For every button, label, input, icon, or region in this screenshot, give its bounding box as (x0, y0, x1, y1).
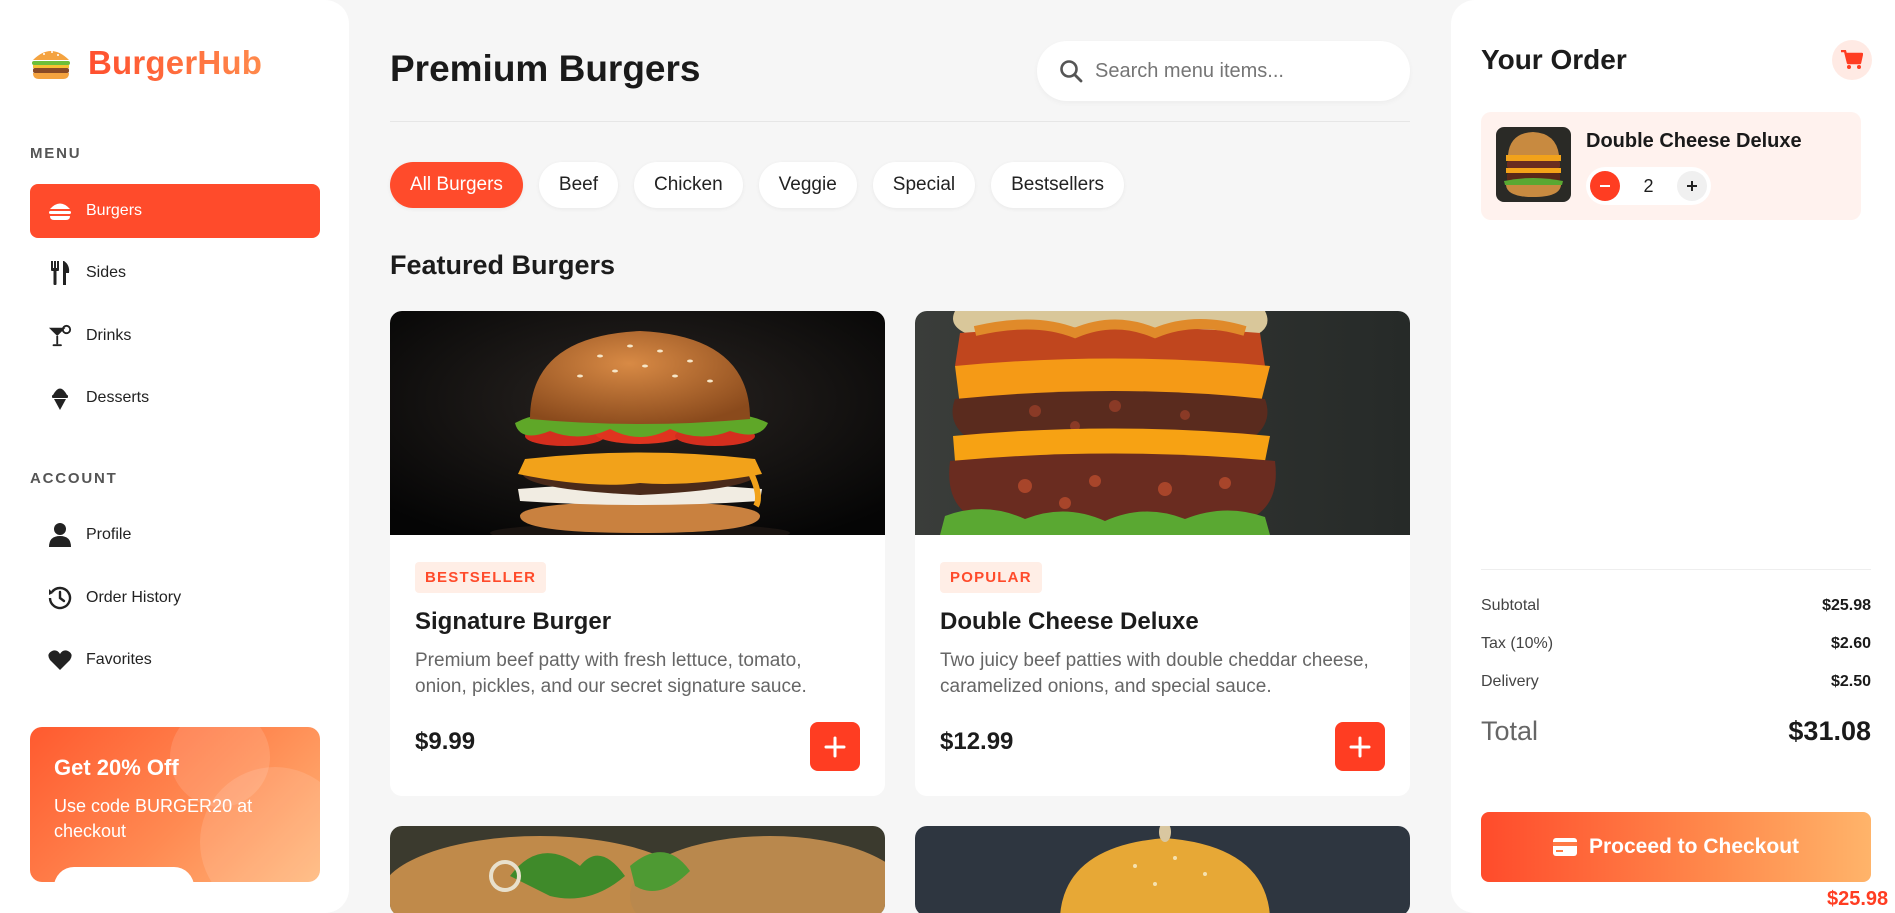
add-to-cart-button[interactable] (810, 722, 860, 771)
nav-label: Desserts (86, 389, 150, 406)
sidebar: BurgerHub MENU Burgers Sides Drinks Dess… (0, 0, 349, 913)
burger-logo-icon (32, 51, 70, 79)
filter-chip-chicken[interactable]: Chicken (634, 162, 743, 208)
increase-quantity-button[interactable] (1676, 171, 1707, 201)
divider (390, 121, 1410, 122)
plus-icon (1349, 736, 1371, 757)
quantity-stepper: 2 (1586, 167, 1711, 205)
order-panel: Your Order Double Cheese Deluxe 2 Subtot… (1451, 0, 1895, 913)
order-title: Your Order (1481, 44, 1627, 75)
product-image (390, 311, 885, 535)
delivery-label: Delivery (1481, 673, 1539, 690)
history-icon (48, 586, 72, 610)
product-card[interactable] (390, 826, 885, 913)
search-bar[interactable] (1037, 41, 1410, 101)
product-card[interactable]: POPULAR Double Cheese Deluxe Two juicy b… (915, 311, 1410, 796)
order-item: Double Cheese Deluxe 2 (1481, 112, 1861, 220)
total-value: $31.08 (1788, 716, 1871, 746)
product-card[interactable] (915, 826, 1410, 913)
utensils-icon (48, 261, 72, 285)
product-image (915, 311, 1410, 535)
promo-title: Get 20% Off (54, 755, 179, 780)
product-image (390, 826, 885, 913)
page-title: Premium Burgers (390, 48, 701, 89)
user-icon (48, 523, 72, 547)
checkout-label: Proceed to Checkout (1588, 835, 1800, 858)
product-price: $12.99 (940, 728, 1014, 755)
section-title: Featured Burgers (390, 250, 616, 280)
promo-text: Use code BURGER20 at checkout (54, 796, 253, 841)
product-description: Premium beef patty with fresh lettuce, t… (415, 650, 807, 697)
tax-value: $2.60 (1830, 635, 1871, 652)
filter-chip-all-burgers[interactable]: All Burgers (390, 162, 523, 208)
burger-icon (48, 199, 72, 223)
order-item-thumbnail (1496, 127, 1571, 202)
add-to-cart-button[interactable] (1335, 722, 1385, 771)
ice-cream-icon (48, 386, 72, 410)
product-name: Double Cheese Deluxe (940, 608, 1199, 635)
quantity-value: 2 (1643, 175, 1654, 196)
credit-card-icon (1552, 838, 1577, 856)
nav-label: Favorites (86, 651, 152, 668)
brand-logo[interactable]: BurgerHub (30, 44, 262, 82)
tax-row: Tax (10%) $2.60 (1481, 635, 1871, 653)
filter-chips: All Burgers Beef Chicken Veggie Special … (390, 162, 1140, 208)
filter-chip-special[interactable]: Special (872, 162, 976, 208)
search-input[interactable] (1095, 59, 1385, 83)
order-item-price: $25.98 (1827, 888, 1889, 910)
account-section-title: ACCOUNT (30, 470, 118, 487)
checkout-button[interactable]: Proceed to Checkout (1481, 812, 1871, 882)
nav-label: Order History (86, 589, 182, 606)
menu-section-title: MENU (30, 145, 82, 162)
nav-item-favorites[interactable]: Favorites (30, 633, 320, 687)
cart-icon (1841, 50, 1863, 69)
subtotal-label: Subtotal (1481, 597, 1540, 614)
subtotal-row: Subtotal $25.98 (1481, 597, 1871, 615)
product-description: Two juicy beef patties with double chedd… (940, 650, 1369, 697)
cart-button[interactable] (1832, 40, 1872, 80)
nav-item-order-history[interactable]: Order History (30, 571, 320, 625)
subtotal-value: $25.98 (1822, 597, 1871, 614)
product-price: $9.99 (415, 728, 476, 755)
nav-label: Profile (86, 526, 132, 543)
nav-label: Burgers (86, 202, 143, 219)
search-icon (1060, 60, 1083, 83)
product-card[interactable]: BESTSELLER Signature Burger Premium beef… (390, 311, 885, 796)
plus-icon (824, 736, 846, 757)
delivery-row: Delivery $2.50 (1481, 673, 1871, 691)
summary-divider (1481, 569, 1871, 570)
badge-bestseller: BESTSELLER (415, 562, 547, 593)
badge-popular: POPULAR (940, 562, 1042, 593)
heart-icon (48, 648, 72, 672)
filter-chip-bestsellers[interactable]: Bestsellers (991, 162, 1125, 208)
nav-label: Drinks (86, 327, 132, 344)
order-item-name: Double Cheese Deluxe (1586, 130, 1802, 152)
nav-item-burgers[interactable]: Burgers (30, 184, 320, 238)
product-name: Signature Burger (415, 608, 612, 635)
brand-name: BurgerHub (88, 44, 263, 81)
total-label: Total (1481, 716, 1539, 746)
minus-icon (1600, 185, 1610, 187)
tax-label: Tax (10%) (1481, 635, 1554, 652)
decrease-quantity-button[interactable] (1590, 171, 1620, 201)
nav-label: Sides (86, 264, 127, 281)
product-image (915, 826, 1410, 913)
plus-icon (1686, 181, 1697, 191)
promo-card: Get 20% Off Use code BURGER20 at checkou… (30, 727, 320, 882)
delivery-value: $2.50 (1830, 673, 1871, 690)
promo-button[interactable] (54, 867, 194, 882)
nav-item-profile[interactable]: Profile (30, 508, 320, 562)
total-row: Total $31.08 (1481, 716, 1871, 747)
nav-item-drinks[interactable]: Drinks (30, 309, 320, 363)
nav-item-desserts[interactable]: Desserts (30, 371, 320, 425)
nav-item-sides[interactable]: Sides (30, 246, 320, 300)
cocktail-icon (48, 324, 72, 348)
filter-chip-veggie[interactable]: Veggie (758, 162, 857, 208)
filter-chip-beef[interactable]: Beef (538, 162, 619, 208)
